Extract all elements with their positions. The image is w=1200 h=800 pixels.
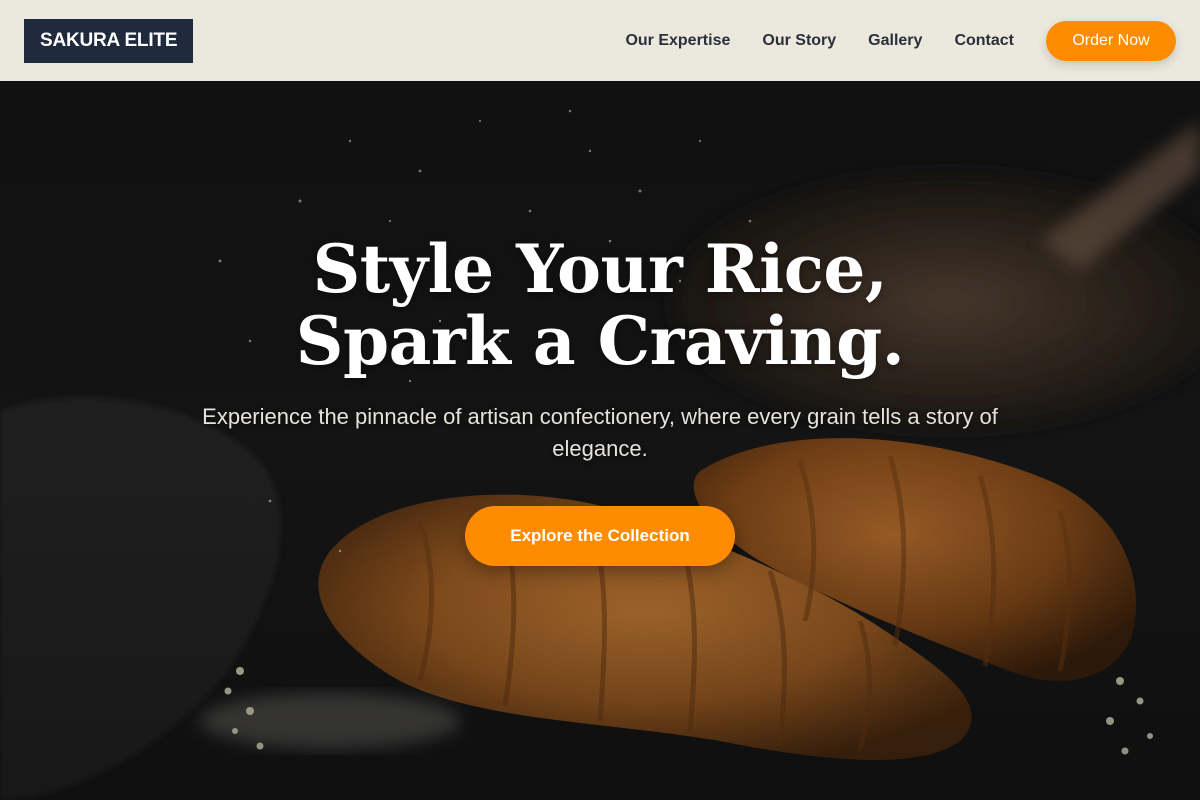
hero-headline: Style Your Rice, Spark a Craving. bbox=[0, 233, 1200, 377]
nav-link-our-expertise[interactable]: Our Expertise bbox=[625, 32, 730, 50]
hero-content: Style Your Rice, Spark a Craving. Experi… bbox=[0, 81, 1200, 800]
main-nav: Our Expertise Our Story Gallery Contact … bbox=[625, 20, 1176, 61]
nav-link-contact[interactable]: Contact bbox=[954, 32, 1014, 50]
explore-collection-button[interactable]: Explore the Collection bbox=[465, 506, 735, 566]
hero-headline-line1: Style Your Rice, bbox=[312, 230, 888, 308]
nav-link-gallery[interactable]: Gallery bbox=[868, 32, 922, 50]
site-header: SAKURA ELITE Our Expertise Our Story Gal… bbox=[0, 0, 1200, 81]
nav-link-our-story[interactable]: Our Story bbox=[762, 32, 836, 50]
order-now-button[interactable]: Order Now bbox=[1046, 20, 1176, 61]
brand-logo[interactable]: SAKURA ELITE bbox=[24, 18, 194, 63]
hero-headline-line2: Spark a Craving. bbox=[295, 302, 905, 380]
hero-section: Style Your Rice, Spark a Craving. Experi… bbox=[0, 81, 1200, 800]
hero-subtext: Experience the pinnacle of artisan confe… bbox=[202, 404, 998, 461]
